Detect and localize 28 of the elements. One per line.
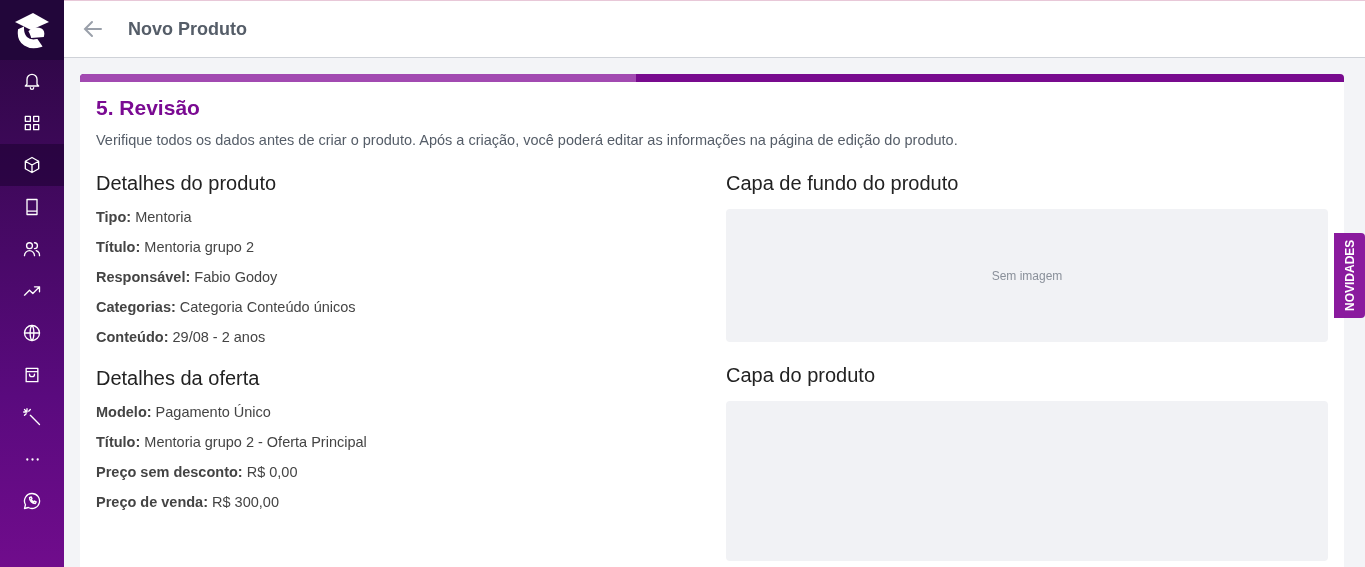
detail-row-text: Título: Mentoria grupo 2 xyxy=(96,239,255,255)
detail-row-text: Conteúdo: 29/08 - 2 anos xyxy=(96,329,267,345)
detail-row-text: Modelo: Pagamento Único xyxy=(96,404,272,420)
detail-row-text: Tipo: Mentoria xyxy=(96,209,193,225)
step-description: Verifique todos os dados antes de criar o produto. Após a criação, você poderá editar as informações na página de edição do produto. xyxy=(96,132,959,148)
sidebar-item[interactable] xyxy=(0,144,64,186)
page-title: Novo Produto xyxy=(128,18,247,40)
empty-image-text: Sem imagem xyxy=(991,268,1063,283)
detail-row-text: Responsável: Fabio Godoy xyxy=(96,269,279,285)
detail-row-text: Preço sem desconto: R$ 0,00 xyxy=(96,464,299,480)
magic-wand-icon xyxy=(22,407,42,427)
section-title: Capa de fundo do produto xyxy=(726,172,960,195)
users-icon xyxy=(22,239,42,259)
detail-row-text: Categorias: Categoria Conteúdo únicos xyxy=(96,299,357,315)
grid-icon xyxy=(22,113,42,133)
detail-row-text: Título: Mentoria grupo 2 - Oferta Principal xyxy=(96,434,368,450)
section-title: Detalhes da oferta xyxy=(96,367,261,390)
globe-icon xyxy=(22,323,42,343)
notification-icon xyxy=(22,71,42,91)
cube-icon xyxy=(22,155,42,175)
chat-icon xyxy=(22,491,42,511)
step-title: 5. Revisão xyxy=(96,96,201,120)
section-title: Detalhes do produto xyxy=(96,172,278,195)
detail-row-text: Preço de venda: R$ 300,00 xyxy=(96,494,280,510)
news-tab[interactable]: NOVIDADES xyxy=(1334,233,1365,318)
more-icon xyxy=(25,457,39,461)
back-button[interactable] xyxy=(82,18,104,40)
section-title: Capa do produto xyxy=(726,364,876,387)
